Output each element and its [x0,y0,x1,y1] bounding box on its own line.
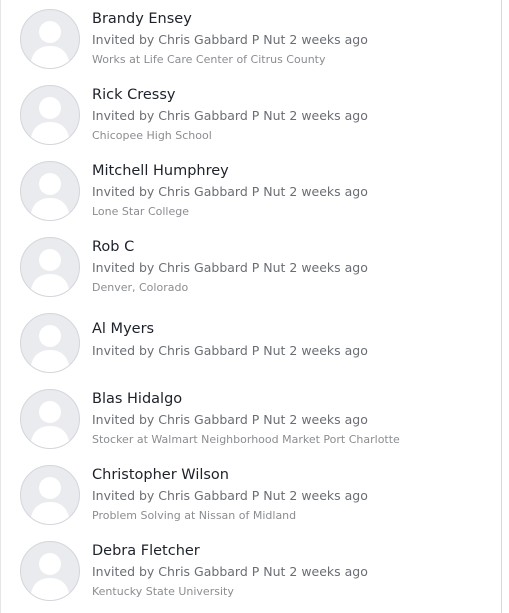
invited-by-text: Invited by Chris Gabbard P Nut 2 weeks a… [92,488,368,503]
default-avatar-icon[interactable] [20,161,80,221]
default-avatar-icon[interactable] [20,9,80,69]
member-detail: Chicopee High School [92,129,212,142]
member-row: Mitchell Humphrey Invited by Chris Gabba… [1,152,501,228]
member-row: Rick Cressy Invited by Chris Gabbard P N… [1,76,501,152]
member-name[interactable]: Christopher Wilson [92,467,229,483]
member-row: Blas Hidalgo Invited by Chris Gabbard P … [1,380,501,456]
member-name[interactable]: Rob C [92,239,134,255]
default-avatar-icon[interactable] [20,313,80,373]
invited-by-text: Invited by Chris Gabbard P Nut 2 weeks a… [92,412,368,427]
invited-by-text: Invited by Chris Gabbard P Nut 2 weeks a… [92,564,368,579]
default-avatar-icon[interactable] [20,85,80,145]
member-name[interactable]: Blas Hidalgo [92,391,182,407]
default-avatar-icon[interactable] [20,237,80,297]
member-detail: Kentucky State University [92,585,234,598]
invited-by-text: Invited by Chris Gabbard P Nut 2 weeks a… [92,343,368,358]
member-name[interactable]: Al Myers [92,321,154,337]
member-row: Rob C Invited by Chris Gabbard P Nut 2 w… [1,228,501,304]
member-detail: Problem Solving at Nissan of Midland [92,509,297,522]
member-name[interactable]: Debra Fletcher [92,543,200,559]
member-list: Brandy Ensey Invited by Chris Gabbard P … [0,0,502,613]
member-detail: Works at Life Care Center of Citrus Coun… [92,53,326,66]
member-name[interactable]: Rick Cressy [92,87,175,103]
member-row: Brandy Ensey Invited by Chris Gabbard P … [1,0,501,76]
invited-by-text: Invited by Chris Gabbard P Nut 2 weeks a… [92,108,368,123]
member-row: Christopher Wilson Invited by Chris Gabb… [1,456,501,532]
default-avatar-icon[interactable] [20,465,80,525]
invited-by-text: Invited by Chris Gabbard P Nut 2 weeks a… [92,32,368,47]
member-name[interactable]: Brandy Ensey [92,11,192,27]
member-row: Debra Fletcher Invited by Chris Gabbard … [1,532,501,608]
member-detail: Denver, Colorado [92,281,189,294]
member-name[interactable]: Mitchell Humphrey [92,163,229,179]
default-avatar-icon[interactable] [20,541,80,601]
invited-by-text: Invited by Chris Gabbard P Nut 2 weeks a… [92,260,368,275]
member-detail: Stocker at Walmart Neighborhood Market P… [92,433,400,446]
member-detail: Lone Star College [92,205,189,218]
member-row: Al Myers Invited by Chris Gabbard P Nut … [1,304,501,380]
invited-by-text: Invited by Chris Gabbard P Nut 2 weeks a… [92,184,368,199]
default-avatar-icon[interactable] [20,389,80,449]
